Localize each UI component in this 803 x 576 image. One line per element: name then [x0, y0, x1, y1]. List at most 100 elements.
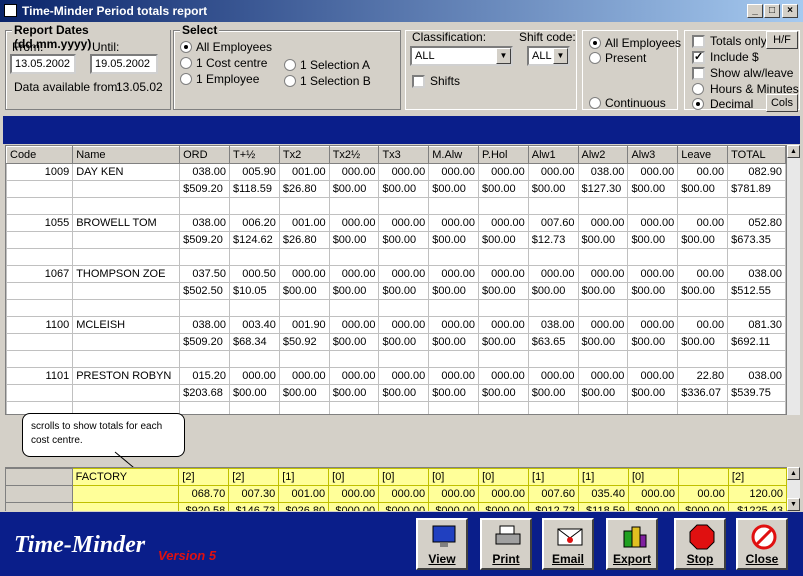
selection-a-radio[interactable]	[284, 59, 296, 71]
hf-button[interactable]: H/F	[766, 31, 798, 49]
cols-button[interactable]: Cols	[766, 94, 798, 112]
totals-only-checkbox[interactable]	[692, 35, 705, 48]
stop-button[interactable]: Stop	[674, 518, 726, 570]
totals-row[interactable]: $920.58 $146.73 $026.80 $000.00 $000.00 $000.…	[5, 502, 787, 511]
table-row[interactable]: $509.20 $68.34 $50.92 $00.00 $00.00 $00.00 $00…	[6, 333, 786, 351]
chevron-down-icon[interactable]: ▼	[553, 48, 568, 64]
totals-row[interactable]: 068.70 007.30 001.00 000.00 000.00 000.00 000.…	[5, 485, 787, 503]
close-button[interactable]: Close	[736, 518, 788, 570]
view-button[interactable]: View	[416, 518, 468, 570]
employee-grid[interactable]: Code Name ORD T+½ Tx2 Tx2½ Tx3 M.Alw P.Hol Alw1 Al…	[5, 145, 787, 415]
column-header[interactable]: Name	[72, 146, 181, 164]
dollars-cell: $68.34	[229, 333, 280, 351]
dollars-cell: $124.62	[229, 231, 280, 249]
hours-cell: 000.00	[477, 163, 529, 181]
dollars-cell: $00.00	[527, 180, 579, 198]
table-row[interactable]: 1055 BROWELL TOM 038.00 006.20 001.00 000.00 0…	[6, 214, 786, 232]
totals-table: Code Name ORD T+½ Tx2 Tx2½ Tx3 M.Alw P.Hol Alw1 Al…	[6, 146, 786, 414]
column-header[interactable]: Tx3	[378, 146, 430, 164]
export-label: Export	[612, 552, 651, 566]
totals-dollars-cell: $118.59	[578, 502, 629, 511]
column-header[interactable]: TOTAL	[727, 146, 786, 164]
hours-cell: 000.00	[477, 214, 529, 232]
dollars-cell: $00.00	[677, 282, 729, 300]
export-button[interactable]: Export	[606, 518, 658, 570]
scroll-down-icon[interactable]: ▼	[787, 498, 800, 511]
totals-scrollbar[interactable]: ▲ ▼	[787, 467, 800, 511]
minimize-button[interactable]: _	[747, 4, 763, 18]
column-header[interactable]: Tx2	[278, 146, 330, 164]
hours-cell: 000.00	[627, 367, 679, 385]
table-row[interactable]: $203.68 $00.00 $00.00 $00.00 $00.00 $00.00 $00…	[6, 384, 786, 402]
shifts-label: Shifts	[430, 74, 461, 88]
dollars-cell: $509.20	[179, 180, 230, 198]
title-bar: Time-Minder Period totals report _ □ ×	[0, 0, 803, 22]
table-row[interactable]: 1101 PRESTON ROBYN 015.20 000.00 000.00 000.0…	[6, 367, 786, 385]
spacer-row	[6, 299, 786, 317]
scroll-up-icon[interactable]: ▲	[787, 467, 800, 480]
scroll-up-icon[interactable]: ▲	[787, 145, 800, 158]
hours-cell: 000.00	[627, 265, 679, 283]
dollars-cell: $50.92	[278, 333, 330, 351]
shift-code-select[interactable]: ALL ▼	[527, 46, 570, 66]
totals-counts-cell: [0]	[328, 468, 380, 486]
show-alw-checkbox[interactable]	[692, 67, 705, 80]
hours-cell: 000.00	[527, 367, 579, 385]
grid-scrollbar[interactable]: ▲	[787, 145, 800, 415]
column-header[interactable]: Tx2½	[328, 146, 380, 164]
hours-cell: 000.00	[278, 367, 330, 385]
print-button[interactable]: Print	[480, 518, 532, 570]
maximize-button[interactable]: □	[764, 4, 780, 18]
column-header[interactable]: Alw2	[577, 146, 629, 164]
from-date-field[interactable]: 13.05.2002	[10, 54, 76, 74]
table-row[interactable]: 1100 MCLEISH 038.00 003.40 001.90 000.00 000.0…	[6, 316, 786, 334]
one-employee-radio[interactable]	[180, 73, 192, 85]
hours-minutes-radio[interactable]	[692, 83, 704, 95]
table-row[interactable]: 1067 THOMPSON ZOE 037.50 000.50 000.00 000.00…	[6, 265, 786, 283]
until-date-field[interactable]: 19.05.2002	[90, 54, 158, 74]
column-header[interactable]: P.Hol	[477, 146, 529, 164]
hours-cell: 000.00	[527, 265, 579, 283]
dollars-cell: $00.00	[328, 282, 380, 300]
all-employees-radio[interactable]	[180, 41, 192, 53]
shifts-checkbox[interactable]	[412, 75, 425, 88]
spacer-row	[6, 350, 786, 368]
table-row[interactable]: $509.20 $118.59 $26.80 $00.00 $00.00 $00.00 $0…	[6, 180, 786, 198]
totals-hours-cell: 007.30	[228, 485, 280, 503]
dollars-cell: $00.00	[527, 384, 579, 402]
cost-centre-radio[interactable]	[180, 57, 192, 69]
dollars-cell: $00.00	[378, 282, 430, 300]
classification-select[interactable]: ALL ▼	[410, 46, 513, 66]
filter-all-radio[interactable]	[589, 37, 601, 49]
filter-continuous-radio[interactable]	[589, 97, 601, 109]
column-header[interactable]: Alw1	[527, 146, 579, 164]
include-dollars-checkbox[interactable]: ✓	[692, 51, 705, 64]
hours-cell: 000.00	[378, 163, 430, 181]
selection-b-radio[interactable]	[284, 75, 296, 87]
hours-cell: 000.00	[278, 265, 330, 283]
column-header[interactable]: Code	[6, 146, 74, 164]
chevron-down-icon[interactable]: ▼	[496, 48, 511, 64]
table-row[interactable]: 1009 DAY KEN 038.00 005.90 001.00 000.00 000.0…	[6, 163, 786, 181]
totals-counts-cell	[677, 468, 729, 486]
table-row[interactable]: $509.20 $124.62 $26.80 $00.00 $00.00 $00.00 $0…	[6, 231, 786, 249]
hours-cell: 000.00	[328, 265, 380, 283]
column-header[interactable]: ORD	[179, 146, 230, 164]
decimal-radio[interactable]	[692, 98, 704, 110]
hours-cell: 007.60	[527, 214, 579, 232]
filter-present-radio[interactable]	[589, 52, 601, 64]
column-header[interactable]: M.Alw	[428, 146, 479, 164]
cost-centre-totals[interactable]: FACTORY [2] [2] [1] [0] [0] [0] [0] [1] [1] [0] [2]…	[5, 467, 787, 511]
close-window-button[interactable]: ×	[782, 4, 798, 18]
dollars-cell: $539.75	[727, 384, 786, 402]
blue-banner	[3, 116, 800, 144]
totals-hours-cell: 000.00	[428, 485, 480, 503]
column-header[interactable]: Alw3	[627, 146, 679, 164]
table-row[interactable]: $502.50 $10.05 $00.00 $00.00 $00.00 $00.00 $00…	[6, 282, 786, 300]
column-header[interactable]: T+½	[229, 146, 280, 164]
dollars-cell: $10.05	[229, 282, 280, 300]
email-button[interactable]: Email	[542, 518, 594, 570]
column-header[interactable]: Leave	[677, 146, 729, 164]
totals-row[interactable]: FACTORY [2] [2] [1] [0] [0] [0] [0] [1] [1] [0] [2]	[5, 468, 787, 486]
dollars-cell: $00.00	[378, 333, 430, 351]
